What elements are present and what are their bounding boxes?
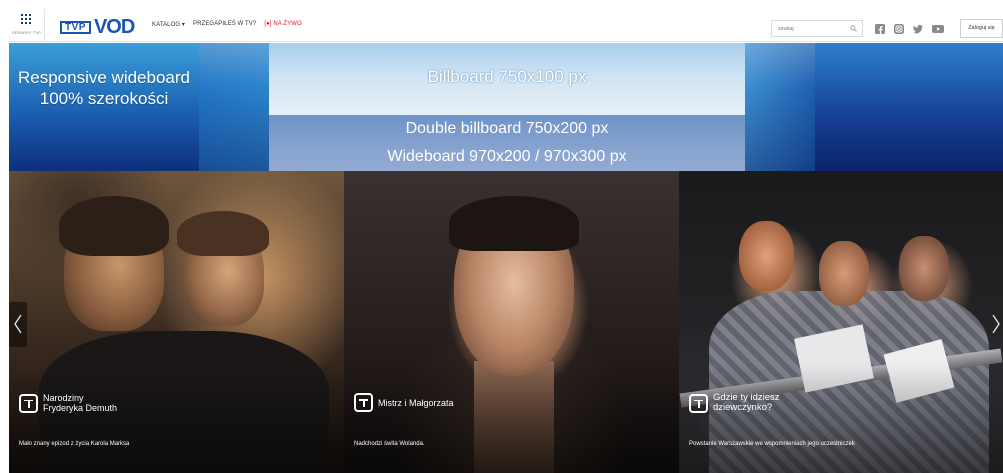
chevron-left-icon xyxy=(14,314,22,334)
chevron-right-icon xyxy=(992,314,1000,334)
search-icon[interactable] xyxy=(850,25,857,32)
carousel-slide[interactable]: Gdzie ty idziesz dziewczynko? Powstanie … xyxy=(679,171,1003,473)
slide-title-line1: Narodziny xyxy=(43,393,84,403)
slide-title: Narodziny Fryderyka Demuth xyxy=(43,393,117,413)
carousel-prev-button[interactable] xyxy=(9,302,27,347)
facebook-icon[interactable] xyxy=(875,21,885,34)
slide-image-figure xyxy=(449,196,579,251)
tvp-vod-logo[interactable]: TVP VOD xyxy=(60,16,135,38)
wideboard-size-text: Wideboard 970x200 / 970x300 px xyxy=(387,148,627,165)
slide-image-figure xyxy=(59,196,169,256)
instagram-icon[interactable] xyxy=(894,21,904,34)
apps-menu-label: SERWISY TVP xyxy=(11,30,42,35)
page: SERWISY TVP TVP VOD KATALOG ▾ PRZEGAPIŁE… xyxy=(0,0,1003,473)
double-billboard-panel: Double billboard 750x200 px Wideboard 97… xyxy=(269,115,745,171)
tvp-channel-icon xyxy=(19,393,38,413)
tvp-channel-icon xyxy=(354,393,373,412)
social-links xyxy=(875,21,944,34)
double-billboard-text: Double billboard 750x200 px xyxy=(405,120,609,137)
slide-description: Nadchodzi świta Wolanda. xyxy=(354,441,425,447)
apps-menu-button[interactable]: SERWISY TVP xyxy=(9,9,45,42)
slide-shade xyxy=(344,363,679,473)
slide-image-figure xyxy=(899,236,949,301)
slide-title-line2: dziewczynko? xyxy=(713,402,773,413)
slide-caption: Mistrz i Małgorzata xyxy=(354,393,454,412)
twitter-icon[interactable] xyxy=(913,21,923,34)
billboard-panel: Billboard 750x100 px xyxy=(269,43,745,115)
search-box xyxy=(771,20,863,37)
featured-carousel: Narodziny Fryderyka Demuth Mało znany ep… xyxy=(9,171,1003,473)
wideboard-text: Responsive wideboard 100% szerokości xyxy=(18,68,190,108)
apps-grid-icon xyxy=(21,14,31,24)
nav-katalog[interactable]: KATALOG ▾ xyxy=(152,21,185,28)
slide-image-figure xyxy=(177,211,269,256)
wideboard-panel: Responsive wideboard 100% szerokości xyxy=(9,43,199,171)
youtube-icon[interactable] xyxy=(932,21,944,33)
slide-image-figure xyxy=(739,221,794,291)
ad-banner-placeholder[interactable]: Responsive wideboard 100% szerokości Bil… xyxy=(9,43,1003,171)
carousel-slide[interactable]: Mistrz i Małgorzata Nadchodzi świta Wola… xyxy=(344,171,679,473)
slide-title-line2: Fryderyka Demuth xyxy=(43,403,118,413)
main-nav: KATALOG ▾ PRZEGAPIŁEŚ W TV? [●] NA ŻYWO xyxy=(152,21,302,28)
slide-title-line1: Mistrz i Małgorzata xyxy=(378,397,454,408)
search-input[interactable] xyxy=(772,21,844,36)
slide-title: Mistrz i Małgorzata xyxy=(378,398,454,408)
nav-live[interactable]: [●] NA ŻYWO xyxy=(264,21,301,28)
top-header: SERWISY TVP TVP VOD KATALOG ▾ PRZEGAPIŁE… xyxy=(9,9,1003,42)
slide-caption: Gdzie ty idziesz dziewczynko? xyxy=(689,393,780,413)
carousel-next-button[interactable] xyxy=(987,302,1003,347)
slide-shade xyxy=(679,363,1003,473)
login-button[interactable]: Zaloguj się xyxy=(960,19,1003,38)
slide-caption: Narodziny Fryderyka Demuth xyxy=(19,393,117,413)
nav-przegapiles[interactable]: PRZEGAPIŁEŚ W TV? xyxy=(193,21,256,28)
slide-shade xyxy=(9,363,344,473)
slide-description: Mało znany epizod z życia Karola Marksa xyxy=(19,441,130,447)
carousel-slide[interactable]: Narodziny Fryderyka Demuth Mało znany ep… xyxy=(9,171,344,473)
tvp-logo-text: TVP xyxy=(60,20,91,34)
slide-description: Powstanie Warszawskie we wspomnieniach j… xyxy=(689,441,855,447)
tvp-channel-icon xyxy=(689,393,708,413)
banner-right-panel xyxy=(815,43,1003,171)
vod-logo-text: VOD xyxy=(93,16,135,38)
slide-title: Gdzie ty idziesz dziewczynko? xyxy=(713,393,780,413)
billboard-text: Billboard 750x100 px xyxy=(427,67,587,86)
slide-image-figure xyxy=(819,241,869,306)
